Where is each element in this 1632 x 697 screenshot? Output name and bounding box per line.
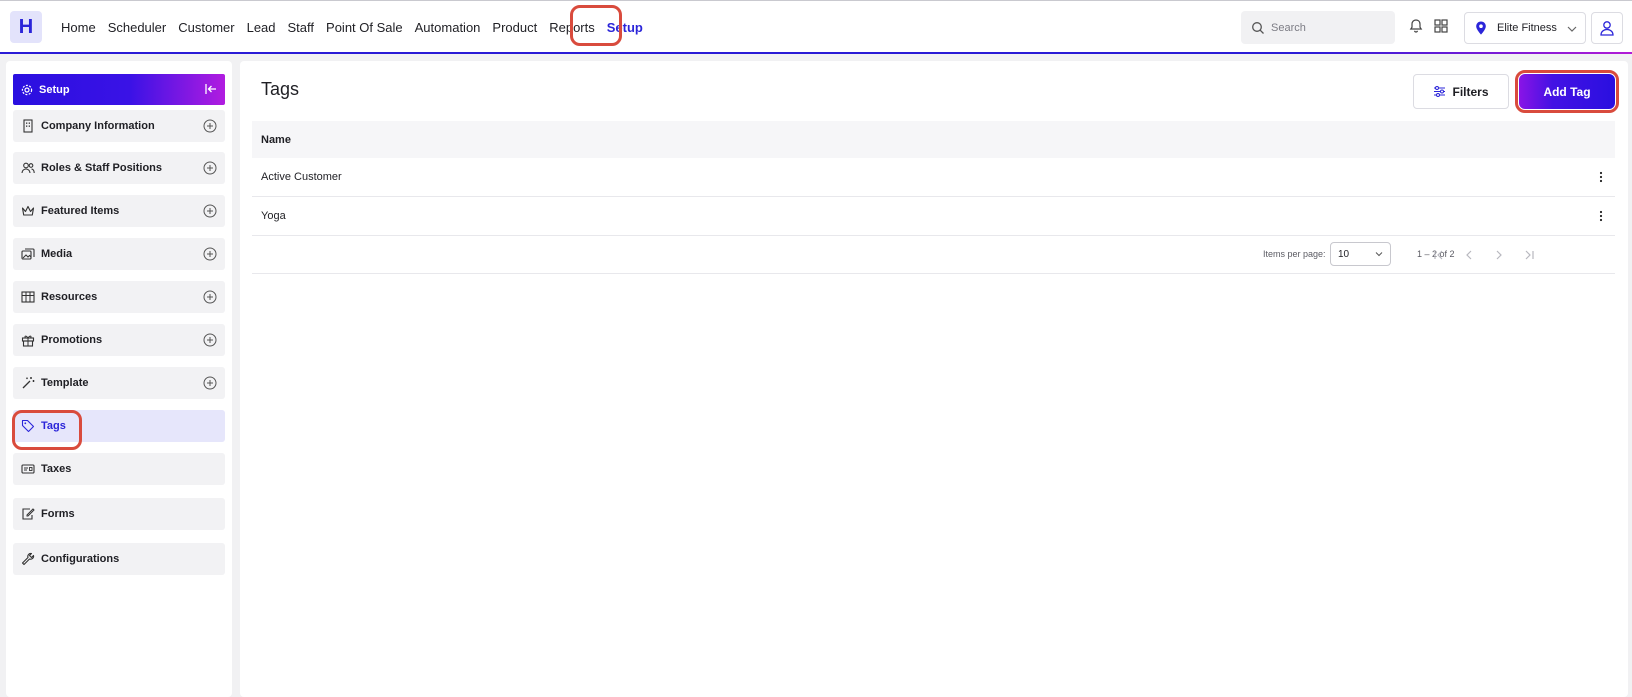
topbar-accent-line	[0, 52, 1632, 54]
filters-button-label: Filters	[1452, 84, 1489, 99]
expand-plus-icon[interactable]	[203, 376, 217, 390]
tags-table: Name Active Customer Yoga Items per page…	[252, 121, 1615, 274]
gift-icon	[21, 335, 35, 347]
nav-home[interactable]: Home	[61, 20, 96, 35]
receipt-icon	[21, 464, 35, 474]
sidebar-item-label: Roles & Staff Positions	[41, 162, 163, 174]
sidebar-item-label: Taxes	[41, 463, 72, 475]
table-header: Name	[252, 121, 1615, 158]
building-icon	[23, 119, 33, 133]
column-header-name[interactable]: Name	[261, 134, 291, 146]
more-options-icon[interactable]	[1595, 210, 1607, 222]
sidebar-item-label: Configurations	[41, 553, 120, 565]
sidebar-item-label: Company Information	[41, 120, 155, 132]
sidebar-item-roles-staff-positions[interactable]: Roles & Staff Positions	[13, 152, 225, 184]
wrench-icon	[21, 552, 35, 566]
tag-name-cell: Active Customer	[261, 171, 342, 183]
apps-grid-icon[interactable]	[1434, 19, 1448, 33]
location-select[interactable]: Elite Fitness	[1464, 12, 1586, 44]
sidebar-item-taxes[interactable]: Taxes	[13, 453, 225, 485]
items-per-page-label: Items per page:	[1263, 249, 1326, 259]
sidebar-item-label: Template	[41, 377, 89, 389]
previous-page-icon[interactable]	[1462, 248, 1476, 262]
location-name: Elite Fitness	[1497, 22, 1557, 34]
bell-icon[interactable]	[1408, 18, 1424, 34]
table-row[interactable]: Active Customer	[252, 158, 1615, 197]
filters-button[interactable]: Filters	[1413, 74, 1509, 109]
resources-icon	[21, 291, 35, 303]
tag-name-cell: Yoga	[261, 210, 286, 222]
expand-plus-icon[interactable]	[203, 119, 217, 133]
chevron-down-icon	[1375, 252, 1383, 257]
sidebar-item-label: Featured Items	[41, 205, 120, 217]
main-content: Tags Filters Add Tag Name Active Custome…	[240, 61, 1628, 697]
top-navigation-bar: H Home Scheduler Customer Lead Staff Poi…	[0, 0, 1632, 53]
search-input[interactable]	[1271, 21, 1391, 34]
location-pin-icon	[1476, 21, 1486, 35]
nav-lead[interactable]: Lead	[247, 20, 276, 35]
expand-plus-icon[interactable]	[203, 204, 217, 218]
items-per-page-select[interactable]: 10	[1330, 242, 1391, 266]
sidebar-tags-highlight	[12, 410, 82, 450]
sidebar-item-company-information[interactable]: Company Information	[13, 110, 225, 142]
collapse-sidebar-icon[interactable]	[205, 83, 217, 95]
sidebar-item-promotions[interactable]: Promotions	[13, 324, 225, 356]
users-icon	[21, 162, 35, 174]
gear-icon	[21, 84, 33, 95]
first-page-icon[interactable]	[1432, 248, 1446, 262]
sidebar-item-configurations[interactable]: Configurations	[13, 543, 225, 575]
nav-customer[interactable]: Customer	[178, 20, 234, 35]
sliders-icon	[1434, 86, 1446, 97]
sidebar-item-resources[interactable]: Resources	[13, 281, 225, 313]
nav-automation[interactable]: Automation	[415, 20, 481, 35]
nav-staff[interactable]: Staff	[288, 20, 315, 35]
magic-wand-icon	[22, 377, 35, 389]
app-logo[interactable]: H	[10, 11, 42, 43]
table-row[interactable]: Yoga	[252, 197, 1615, 236]
main-nav: Home Scheduler Customer Lead Staff Point…	[55, 1, 649, 54]
sidebar-item-media[interactable]: Media	[13, 238, 225, 270]
sidebar-item-label: Resources	[41, 291, 98, 303]
expand-plus-icon[interactable]	[203, 290, 217, 304]
chevron-down-icon	[1567, 26, 1577, 32]
user-menu-button[interactable]	[1591, 12, 1623, 44]
form-edit-icon	[22, 508, 35, 520]
expand-plus-icon[interactable]	[203, 247, 217, 261]
sidebar-item-label: Promotions	[41, 334, 103, 346]
last-page-icon[interactable]	[1522, 248, 1536, 262]
items-per-page-value: 10	[1338, 248, 1350, 260]
nav-setup-highlight	[570, 5, 622, 46]
setup-sidebar: Setup Company Information Roles & Staff …	[6, 61, 232, 697]
sidebar-title: Setup	[39, 83, 70, 96]
crown-icon	[21, 205, 35, 216]
expand-plus-icon[interactable]	[203, 161, 217, 175]
page-title: Tags	[261, 79, 300, 99]
more-options-icon[interactable]	[1595, 171, 1607, 183]
add-tag-highlight	[1515, 70, 1619, 113]
user-icon	[1600, 21, 1614, 36]
sidebar-item-template[interactable]: Template	[13, 367, 225, 399]
expand-plus-icon[interactable]	[203, 333, 217, 347]
nav-scheduler[interactable]: Scheduler	[108, 20, 167, 35]
sidebar-item-forms[interactable]: Forms	[13, 498, 225, 530]
sidebar-header: Setup	[13, 74, 225, 105]
search-box[interactable]	[1241, 11, 1395, 44]
search-icon	[1252, 21, 1264, 34]
sidebar-item-label: Media	[41, 248, 73, 260]
nav-point-of-sale[interactable]: Point Of Sale	[326, 20, 403, 35]
paginator: Items per page: 10 1 – 2 of 2	[252, 236, 1615, 274]
images-icon	[21, 248, 35, 260]
nav-product[interactable]: Product	[492, 20, 537, 35]
sidebar-item-featured-items[interactable]: Featured Items	[13, 195, 225, 227]
sidebar-item-label: Forms	[41, 508, 75, 520]
next-page-icon[interactable]	[1492, 248, 1506, 262]
